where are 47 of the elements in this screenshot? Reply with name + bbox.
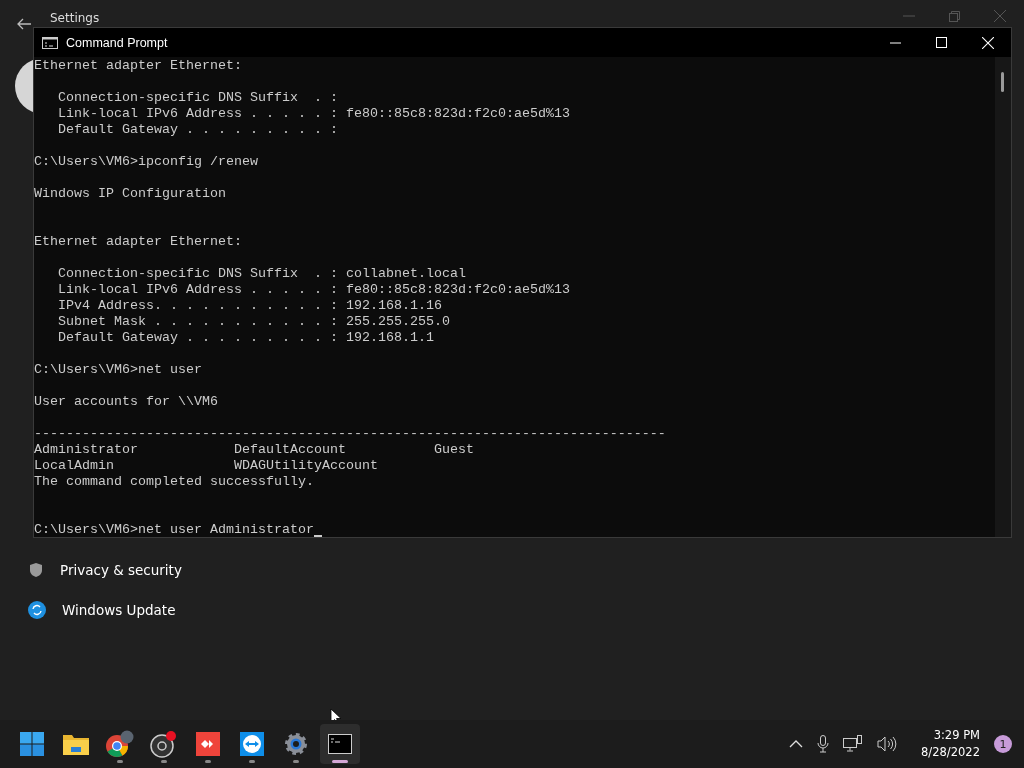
- record-icon: [150, 730, 178, 758]
- console-line: The command completed successfully.: [34, 474, 314, 490]
- console-line: User accounts for \\VM6: [34, 394, 218, 410]
- microphone-icon[interactable]: [817, 735, 830, 753]
- console-line: IPv4 Address. . . . . . . . . . . : 192.168.1.16: [57, 298, 442, 314]
- network-icon[interactable]: [843, 735, 864, 753]
- console-line: Default Gateway . . . . . . . . . :: [57, 122, 338, 138]
- console-line: Link-local IPv6 Address . . . . . : fe80::85c8:823d:f2c0:ae5d%13: [57, 282, 570, 298]
- chevron-up-icon[interactable]: [789, 740, 804, 748]
- folder-icon: [63, 733, 89, 755]
- update-icon: [28, 601, 46, 619]
- remote-control-icon: [240, 732, 264, 756]
- text-cursor: [313, 535, 322, 537]
- console-line: Subnet Mask . . . . . . . . . . . : 255.255.255.0: [57, 314, 450, 330]
- browser-icon: [105, 730, 135, 758]
- maximize-icon[interactable]: [936, 37, 947, 48]
- scrollbar[interactable]: [995, 57, 1011, 537]
- settings-icon: [284, 732, 308, 756]
- console-line: C:\Users\VM6>ipconfig /renew: [34, 154, 258, 170]
- window-title: Settings: [50, 11, 100, 25]
- shield-icon: [28, 562, 44, 578]
- console-line: Connection-specific DNS Suffix . : collabnet.local: [57, 266, 466, 282]
- console-line: C:\Users\VM6>net user Administrator: [34, 522, 314, 537]
- sidebar-item[interactable]: Windows Update: [28, 600, 182, 620]
- date-label: 8/28/2022: [921, 744, 980, 761]
- console-line: -------------------------------------------------------------------------------: [34, 426, 666, 442]
- taskbar-button[interactable]: [320, 724, 360, 764]
- time-label: 3:29 PM: [933, 727, 980, 744]
- volume-icon[interactable]: [877, 736, 898, 752]
- console-line: Default Gateway . . . . . . . . . : 192.168.1.1: [57, 330, 434, 346]
- console-icon: [42, 36, 58, 49]
- window-title: Command Prompt: [66, 35, 168, 50]
- remote-desktop-icon: [196, 732, 220, 756]
- console-line: C:\Users\VM6>net user: [34, 362, 202, 378]
- console-icon: [328, 734, 352, 754]
- back-arrow-icon[interactable]: [16, 18, 32, 30]
- console-line: Ethernet adapter Ethernet:: [34, 234, 242, 250]
- notification-badge[interactable]: 1: [994, 735, 1012, 753]
- windows-logo-icon: [20, 732, 44, 756]
- console-line: Connection-specific DNS Suffix . :: [57, 90, 338, 106]
- sidebar-item[interactable]: Privacy & security: [28, 560, 182, 580]
- console-line: Windows IP Configuration: [34, 186, 226, 202]
- console-line: Ethernet adapter Ethernet:: [34, 58, 242, 74]
- clock[interactable]: 3:29 PM 8/28/2022: [921, 727, 980, 761]
- console-line: LocalAdmin WDAGUtilityAccount: [34, 458, 378, 474]
- console-line: Link-local IPv6 Address . . . . . : fe80::85c8:823d:f2c0:ae5d%13: [57, 106, 570, 122]
- console-line: Administrator DefaultAccount Guest: [34, 442, 474, 458]
